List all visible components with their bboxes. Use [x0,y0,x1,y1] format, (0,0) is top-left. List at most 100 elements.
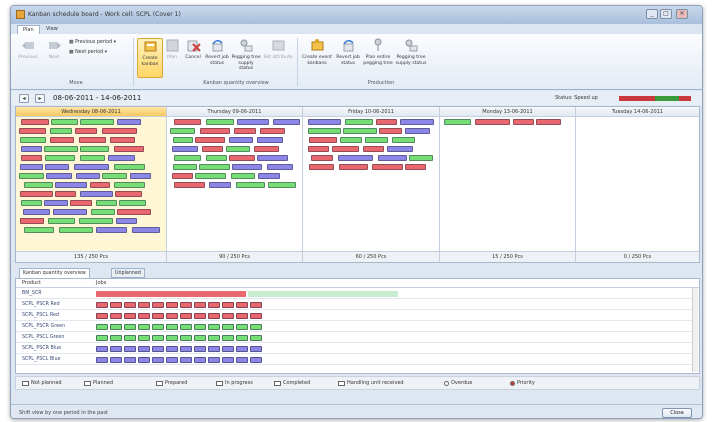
kanban-card[interactable] [80,119,114,125]
cancel-button[interactable]: Cancel [183,38,203,78]
job-card[interactable] [250,357,262,363]
kanban-card[interactable] [24,182,53,188]
job-card[interactable] [166,357,178,363]
create-kanban-button[interactable]: Create kanban [137,38,163,78]
job-card[interactable] [180,324,192,330]
kanban-card[interactable] [258,173,280,179]
plan-entire-pegging-button[interactable]: Plan entire pegging tree [363,38,393,78]
job-card[interactable] [110,313,122,319]
kanban-card[interactable] [132,227,160,233]
kanban-card[interactable] [80,155,105,161]
kanban-card[interactable] [59,227,93,233]
day-column[interactable]: Monday 13-06-2011 15 / 250 Pcs [440,107,576,262]
kanban-card[interactable] [80,146,109,152]
kanban-card[interactable] [365,137,388,143]
kanban-card[interactable] [513,119,534,125]
kanban-card[interactable] [475,119,510,125]
kanban-card[interactable] [343,128,377,134]
kanban-card[interactable] [392,137,415,143]
pegging-tree-supply-button[interactable]: Pegging tree supply status [231,38,261,78]
kanban-card[interactable] [91,209,115,215]
kanban-card[interactable] [21,155,42,161]
kanban-card[interactable] [444,119,471,125]
kanban-card[interactable] [372,164,403,170]
job-card[interactable] [222,346,234,352]
next-period-arrow[interactable]: ▸ [35,94,45,103]
job-card[interactable] [250,313,262,319]
job-card[interactable] [250,335,262,341]
kanban-card[interactable] [200,128,230,134]
production-revert-button[interactable]: Revert job status [335,38,361,78]
kanban-card[interactable] [20,191,53,197]
job-card[interactable] [152,302,164,308]
previous-button[interactable]: Previous [15,38,41,78]
kanban-card[interactable] [114,164,145,170]
kanban-card[interactable] [115,191,142,197]
job-card[interactable] [208,346,220,352]
kanban-card[interactable] [174,155,201,161]
job-card[interactable] [96,302,108,308]
kanban-card[interactable] [209,182,231,188]
tab-kanban-quantity-overview[interactable]: Kanban quantity overview [19,268,90,278]
job-card[interactable] [110,324,122,330]
kanban-card[interactable] [70,200,92,206]
job-card[interactable] [194,313,206,319]
production-pegging-supply-button[interactable]: Pegging tree supply status [395,38,427,78]
kanban-card[interactable] [20,218,44,224]
kanban-card[interactable] [80,191,113,197]
job-card[interactable] [124,346,136,352]
kanban-card[interactable] [226,146,250,152]
product-row[interactable]: SCPL_PSCR Red [16,300,699,310]
kanban-card[interactable] [174,182,205,188]
job-card[interactable] [180,335,192,341]
kanban-card[interactable] [45,155,75,161]
job-card[interactable] [222,357,234,363]
kanban-card[interactable] [376,119,397,125]
kanban-card[interactable] [405,128,430,134]
plan-button[interactable]: Plan [163,38,181,78]
job-card[interactable] [96,313,108,319]
kanban-card[interactable] [74,164,109,170]
kanban-card[interactable] [332,146,359,152]
kanban-card[interactable] [116,218,137,224]
kanban-card[interactable] [50,137,74,143]
job-card[interactable] [110,335,122,341]
kanban-card[interactable] [254,146,279,152]
kanban-card[interactable] [96,200,117,206]
job-card[interactable] [208,313,220,319]
job-card[interactable] [236,302,248,308]
kanban-card[interactable] [308,119,341,125]
kanban-card[interactable] [173,164,197,170]
kanban-card[interactable] [379,128,402,134]
kanban-card[interactable] [20,137,46,143]
kanban-card[interactable] [20,164,43,170]
kanban-card[interactable] [114,182,145,188]
kanban-card[interactable] [48,218,75,224]
kanban-card[interactable] [267,164,293,170]
kanban-card[interactable] [234,128,256,134]
job-card[interactable] [166,302,178,308]
job-card[interactable] [236,313,248,319]
kanban-card[interactable] [55,191,76,197]
kanban-card[interactable] [339,164,368,170]
job-card[interactable] [194,346,206,352]
kanban-card[interactable] [229,155,255,161]
kanban-card[interactable] [409,155,433,161]
kanban-card[interactable] [55,182,87,188]
job-card[interactable] [152,324,164,330]
kanban-card[interactable] [44,146,78,152]
kanban-card[interactable] [174,119,201,125]
job-card[interactable] [166,313,178,319]
kanban-card[interactable] [90,182,110,188]
job-card[interactable] [250,346,262,352]
next-button[interactable]: Next [41,38,67,78]
job-card[interactable] [96,357,108,363]
kanban-card[interactable] [378,155,407,161]
job-card[interactable] [152,313,164,319]
kanban-card[interactable] [340,137,362,143]
previous-period-arrow[interactable]: ◂ [19,94,29,103]
kanban-card[interactable] [260,128,285,134]
kanban-card[interactable] [24,227,54,233]
kanban-card[interactable] [405,164,426,170]
kanban-card[interactable] [308,146,329,152]
